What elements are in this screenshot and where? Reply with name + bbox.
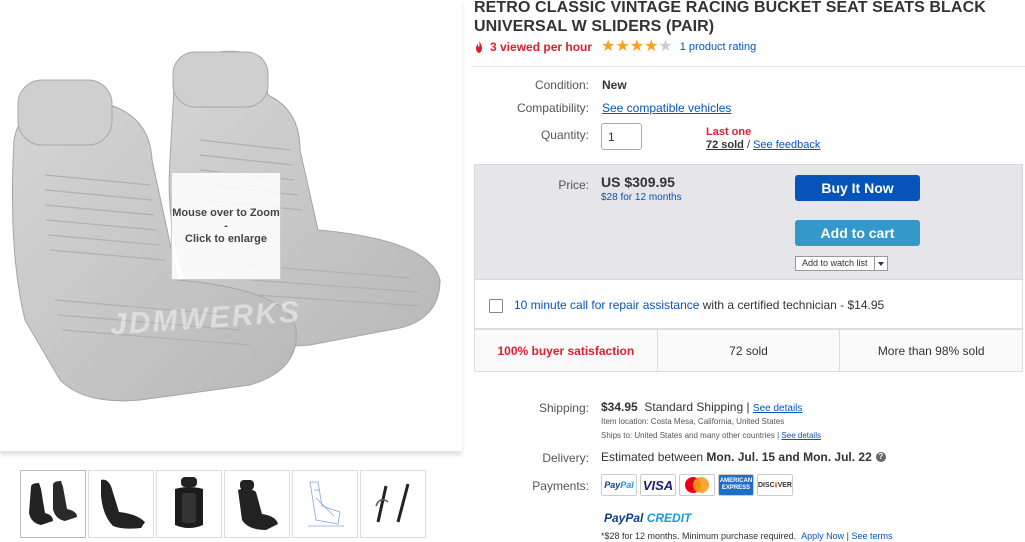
quantity-label: Quantity:	[540, 128, 589, 142]
watch-dropdown-toggle[interactable]	[873, 257, 887, 270]
repair-assistance-checkbox[interactable]	[489, 299, 503, 313]
add-to-cart-button[interactable]: Add to cart	[795, 220, 920, 246]
help-icon[interactable]: ?	[875, 452, 886, 462]
delivery-label: Delivery:	[542, 451, 589, 465]
divider	[471, 66, 1025, 67]
zoom-hint-line1: Mouse over to Zoom	[172, 206, 280, 219]
repair-assistance-text: 10 minute call for repair assistance wit…	[514, 298, 884, 312]
shipping-label: Shipping:	[538, 401, 589, 415]
compatibility-label: Compatibility:	[516, 101, 589, 115]
zoom-hint-box[interactable]: Mouse over to Zoom - Click to enlarge	[171, 172, 281, 280]
amex-logo-icon: AMERICAN EXPRESS	[718, 474, 754, 496]
condition-label: Condition:	[534, 78, 589, 92]
buyer-satisfaction-stat: 100% buyer satisfaction	[475, 330, 658, 371]
paypal-credit-logo-pp: PayPal	[604, 511, 644, 525]
ships-to-line: Ships to: United States and many other c…	[601, 431, 821, 440]
viewed-per-hour: 3 viewed per hour	[490, 40, 593, 54]
sold-count-link[interactable]: 72 sold	[706, 139, 744, 151]
thumbnail-seat-diagram[interactable]	[292, 470, 358, 538]
percent-sold-stat: More than 98% sold	[877, 343, 985, 358]
slider-rails-thumb-icon	[375, 483, 410, 523]
thumbnail-seat-pair[interactable]	[20, 470, 86, 538]
listing-title: RETRO CLASSIC VINTAGE RACING BUCKET SEAT…	[474, 0, 986, 35]
repair-assistance-link[interactable]: 10 minute call for repair assistance	[514, 298, 699, 312]
compatible-vehicles-link[interactable]: See compatible vehicles	[602, 101, 731, 115]
item-location: Item location: Costa Mesa, California, U…	[601, 417, 785, 426]
delivery-prefix: Estimated between	[601, 450, 704, 464]
shipping-summary: $34.95 Standard Shipping | See details	[601, 400, 802, 414]
seller-stats-bar: 100% buyer satisfaction 72 sold More tha…	[474, 329, 1023, 372]
thumbnail-seat-side[interactable]	[88, 470, 154, 538]
payments-label: Payments:	[532, 479, 589, 493]
paypal-credit-logo: PayPal CREDIT	[604, 511, 691, 525]
last-one-notice: Last one	[706, 126, 752, 138]
quantity-input[interactable]	[601, 123, 642, 150]
shipping-details-link[interactable]: See details	[753, 403, 802, 414]
see-feedback-link[interactable]: See feedback	[753, 139, 820, 151]
price-label: Price:	[558, 178, 589, 192]
buy-it-now-button[interactable]: Buy It Now	[795, 175, 920, 201]
paypal-credit-fineprint: *$28 for 12 months. Minimum purchase req…	[601, 531, 893, 541]
thumbnail-strip	[20, 470, 426, 538]
paypal-logo-icon: Pay Pal	[601, 474, 637, 496]
main-product-image[interactable]: JDMWERKS Mouse over to Zoom - Click to e…	[0, 0, 462, 452]
see-terms-link[interactable]: See terms	[852, 531, 893, 541]
sold-feedback-line: 72 sold / See feedback	[706, 139, 820, 151]
zoom-hint-line3: Click to enlarge	[185, 232, 267, 245]
visa-logo-icon: VISA	[640, 474, 676, 496]
paypal-credit-separator: |	[844, 531, 852, 541]
discover-logo-icon: DISC VER	[757, 474, 793, 496]
add-to-watch-list-button[interactable]: Add to watch list	[796, 257, 874, 270]
sold-separator: /	[743, 139, 754, 151]
apply-now-link[interactable]: Apply Now	[801, 531, 844, 541]
mastercard-logo-icon	[679, 474, 715, 496]
delivery-dates: Mon. Jul. 15 and Mon. Jul. 22	[706, 450, 872, 464]
seat-side-thumb-icon	[101, 479, 145, 529]
star-icon: ★	[615, 38, 630, 55]
fire-icon	[476, 41, 482, 53]
ships-to-details-link[interactable]: See details	[781, 431, 821, 440]
watch-list-control[interactable]: Add to watch list	[795, 256, 888, 271]
star-icon: ★	[644, 38, 659, 55]
shipping-method: Standard Shipping |	[644, 400, 753, 414]
condition-value: New	[602, 78, 627, 92]
zoom-hint-line2: -	[224, 219, 228, 232]
repair-assistance-detail: with a certified technician - $14.95	[699, 298, 885, 312]
viewed-rating-row: 3 viewed per hour ★ ★ ★ ★ ★ 1 product ra…	[474, 38, 756, 55]
payment-methods: Pay Pal VISA AMERICAN EXPRESS DISC VER	[601, 474, 793, 496]
star-rating[interactable]: ★ ★ ★ ★ ★	[601, 38, 673, 55]
seat-diagram-thumb-icon	[308, 481, 344, 527]
product-rating-link[interactable]: 1 product rating	[680, 41, 756, 53]
paypal-credit-logo-credit: CREDIT	[643, 511, 692, 525]
price-value: US $309.95	[601, 174, 675, 190]
sold-stat: 72 sold	[658, 330, 841, 371]
thumbnail-slider-rails[interactable]	[360, 470, 426, 538]
delivery-estimate: Estimated between Mon. Jul. 15 and Mon. …	[601, 450, 886, 464]
ships-to-text: Ships to: United States and many other c…	[601, 431, 782, 440]
thumbnail-seat-front[interactable]	[156, 470, 222, 538]
financing-link[interactable]: $28 for 12 months	[601, 192, 682, 203]
thumbnail-seat-angle[interactable]	[224, 470, 290, 538]
seat-angle-thumb-icon	[238, 480, 278, 530]
chevron-down-icon	[877, 261, 884, 266]
shipping-cost: $34.95	[601, 400, 638, 414]
star-icon: ★	[629, 38, 645, 55]
star-empty-icon: ★	[658, 38, 673, 55]
star-icon: ★	[601, 38, 616, 55]
seat-front-thumb-icon	[175, 477, 203, 528]
paypal-credit-terms-text: *$28 for 12 months. Minimum purchase req…	[601, 531, 797, 541]
seat-pair-thumb-icon	[29, 481, 77, 525]
